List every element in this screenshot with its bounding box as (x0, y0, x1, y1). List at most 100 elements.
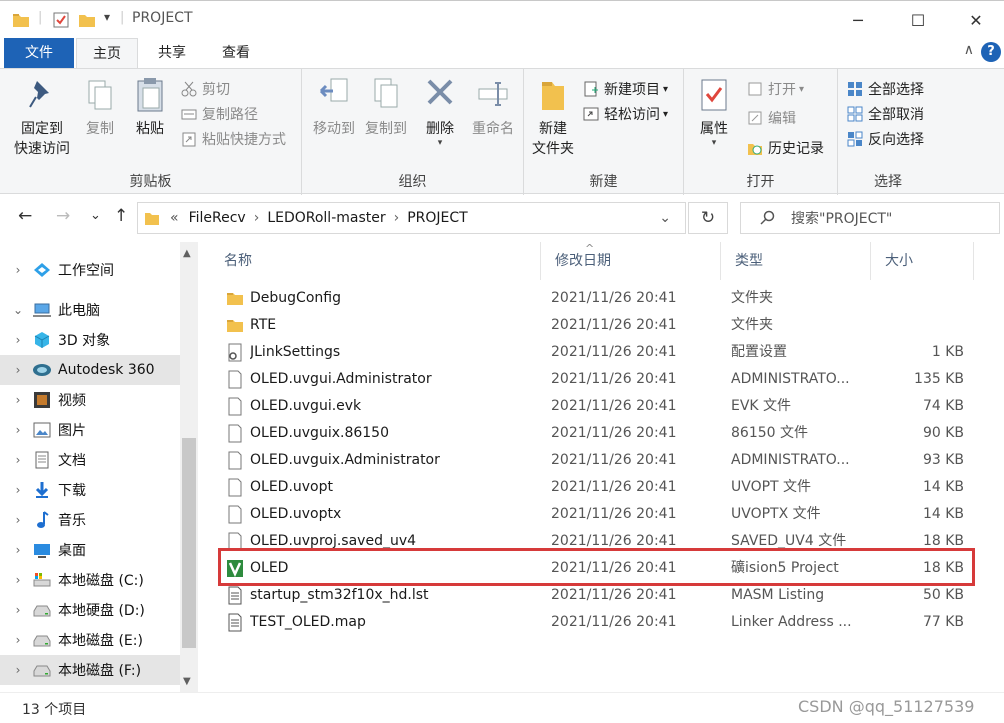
rename-button[interactable]: 重命名 (466, 75, 520, 139)
back-button[interactable]: ← (18, 206, 32, 226)
sidebar-item-videos[interactable]: › 视频 (0, 385, 180, 415)
refresh-button[interactable]: ↻ (688, 202, 728, 234)
collapse-ribbon-icon[interactable]: ∧ (964, 42, 974, 58)
tab-home[interactable]: 主页 (76, 38, 138, 68)
sidebar-item-3d-objects[interactable]: › 3D 对象 (0, 325, 180, 355)
column-header-name[interactable]: 名称 (210, 242, 541, 280)
expand-chevron-icon[interactable]: › (10, 423, 26, 437)
paste-button[interactable]: 粘贴 (128, 75, 172, 139)
tab-share[interactable]: 共享 (142, 38, 202, 68)
copy-button[interactable]: 复制 (80, 75, 120, 139)
invert-selection-button[interactable]: 反向选择 (846, 127, 924, 151)
edit-button[interactable]: 编辑 (746, 106, 796, 130)
expand-chevron-icon[interactable]: › (10, 263, 26, 277)
tab-file[interactable]: 文件 (4, 38, 74, 68)
cut-button[interactable]: 剪切 (180, 77, 230, 101)
file-row[interactable]: OLED.uvgui.evk 2021/11/26 20:41 EVK 文件 7… (210, 393, 1004, 420)
file-row[interactable]: OLED.uvgui.Administrator 2021/11/26 20:4… (210, 366, 1004, 393)
copy-label: 复制 (86, 121, 114, 137)
search-input[interactable]: 搜索"PROJECT" (740, 202, 1000, 234)
file-row[interactable]: startup_stm32f10x_hd.lst 2021/11/26 20:4… (210, 582, 1004, 609)
new-item-button[interactable]: 新建项目 ▾ (582, 77, 668, 101)
sidebar-item-this-pc[interactable]: ⌄ 此电脑 (0, 295, 180, 325)
expand-chevron-icon[interactable]: › (10, 543, 26, 557)
properties-button[interactable]: 属性 ▾ (692, 75, 736, 148)
qat-dropdown-icon[interactable]: ▾ (104, 10, 110, 24)
tab-view[interactable]: 查看 (206, 38, 266, 68)
breadcrumb-ledoroll[interactable]: LEDORoll-master (267, 210, 385, 226)
expand-chevron-icon[interactable]: › (10, 363, 26, 377)
properties-qat-icon[interactable] (52, 11, 70, 29)
expand-chevron-icon[interactable]: › (10, 453, 26, 467)
scroll-up-icon[interactable]: ▲ (183, 248, 191, 259)
file-row[interactable]: OLED.uvopt 2021/11/26 20:41 UVOPT 文件 14 … (210, 474, 1004, 501)
sidebar-item-autodesk[interactable]: › Autodesk 360 (0, 355, 180, 385)
expand-chevron-icon[interactable]: › (10, 603, 26, 617)
address-bar[interactable]: « FileRecv › LEDORoll-master › PROJECT ⌄ (137, 202, 686, 234)
up-button[interactable]: ↑ (114, 206, 128, 226)
breadcrumb-project[interactable]: PROJECT (407, 210, 468, 226)
expand-chevron-icon[interactable]: › (10, 633, 26, 647)
sidebar-item-drive-c[interactable]: › 本地磁盘 (C:) (0, 565, 180, 595)
sidebar-item-music[interactable]: › 音乐 (0, 505, 180, 535)
file-name: OLED.uvgui.Administrator (250, 371, 432, 387)
expand-chevron-icon[interactable]: › (10, 393, 26, 407)
expand-chevron-icon[interactable]: › (10, 573, 26, 587)
expand-chevron-icon[interactable]: › (10, 333, 26, 347)
recent-locations-button[interactable]: ⌄ (90, 208, 101, 223)
file-row[interactable]: RTE 2021/11/26 20:41 文件夹 (210, 312, 1004, 339)
sidebar-item-drive-f[interactable]: › 本地磁盘 (F:) (0, 655, 180, 685)
sidebar-item-downloads[interactable]: › 下载 (0, 475, 180, 505)
overflow-chevrons[interactable]: « (170, 210, 179, 226)
new-folder-button[interactable]: 新建 文件夹 (526, 75, 580, 159)
expand-chevron-icon[interactable]: › (10, 483, 26, 497)
scroll-down-icon[interactable]: ▼ (183, 676, 191, 687)
sidebar-item-workspace[interactable]: › 工作空间 (0, 255, 180, 285)
folder-icon[interactable] (12, 11, 30, 29)
select-all-button[interactable]: 全部选择 (846, 77, 924, 101)
open-button[interactable]: 打开 ▾ (746, 77, 804, 101)
move-to-button[interactable]: 移动到 (308, 75, 360, 139)
file-row[interactable]: DebugConfig 2021/11/26 20:41 文件夹 (210, 285, 1004, 312)
sidebar-item-desktop[interactable]: › 桌面 (0, 535, 180, 565)
file-row[interactable]: OLED.uvoptx 2021/11/26 20:41 UVOPTX 文件 1… (210, 501, 1004, 528)
expand-chevron-icon[interactable]: › (10, 663, 26, 677)
breadcrumb-filerecv[interactable]: FileRecv (189, 210, 246, 226)
column-header-date[interactable]: 修改日期 (541, 242, 721, 280)
maximize-button[interactable]: ☐ (890, 1, 946, 39)
file-type: 文件夹 (731, 290, 773, 306)
highlight-annotation-box (218, 548, 975, 586)
pin-quick-access-button[interactable]: 固定到 快速访问 (8, 75, 76, 159)
collapse-chevron-icon[interactable]: ⌄ (10, 303, 26, 317)
easy-access-button[interactable]: 轻松访问 ▾ (582, 102, 668, 126)
navigation-scrollbar[interactable]: ▲ ▼ (180, 242, 198, 692)
file-row[interactable]: OLED.uvguix.86150 2021/11/26 20:41 86150… (210, 420, 1004, 447)
close-button[interactable]: ✕ (948, 1, 1004, 39)
properties-dropdown-icon: ▾ (711, 138, 717, 148)
address-dropdown-icon[interactable]: ⌄ (659, 210, 671, 226)
forward-button[interactable]: → (56, 206, 70, 226)
sidebar-item-drive-d[interactable]: › 本地硬盘 (D:) (0, 595, 180, 625)
folder-icon (226, 316, 244, 335)
minimize-button[interactable]: ─ (830, 1, 886, 39)
delete-button[interactable]: 删除 ▾ (420, 75, 460, 148)
history-button[interactable]: 历史记录 (746, 136, 824, 160)
paste-shortcut-button[interactable]: 粘贴快捷方式 (180, 127, 286, 151)
sidebar-item-drive-e[interactable]: › 本地磁盘 (E:) (0, 625, 180, 655)
select-none-button[interactable]: 全部取消 (846, 102, 924, 126)
breadcrumb-separator[interactable]: › (254, 210, 260, 226)
copy-path-button[interactable]: 复制路径 (180, 102, 258, 126)
scrollbar-thumb[interactable] (182, 438, 196, 648)
file-row[interactable]: OLED.uvguix.Administrator 2021/11/26 20:… (210, 447, 1004, 474)
file-row[interactable]: TEST_OLED.map 2021/11/26 20:41 Linker Ad… (210, 609, 1004, 636)
file-row[interactable]: JLinkSettings 2021/11/26 20:41 配置设置 1 KB (210, 339, 1004, 366)
sidebar-item-documents[interactable]: › 文档 (0, 445, 180, 475)
copy-to-button[interactable]: 复制到 (360, 75, 412, 139)
breadcrumb-separator[interactable]: › (394, 210, 400, 226)
column-header-size[interactable]: 大小 (871, 242, 974, 280)
expand-chevron-icon[interactable]: › (10, 513, 26, 527)
new-folder-qat-icon[interactable] (78, 11, 96, 29)
sidebar-item-pictures[interactable]: › 图片 (0, 415, 180, 445)
column-header-type[interactable]: 类型 (721, 242, 871, 280)
help-icon[interactable]: ? (981, 42, 1001, 62)
